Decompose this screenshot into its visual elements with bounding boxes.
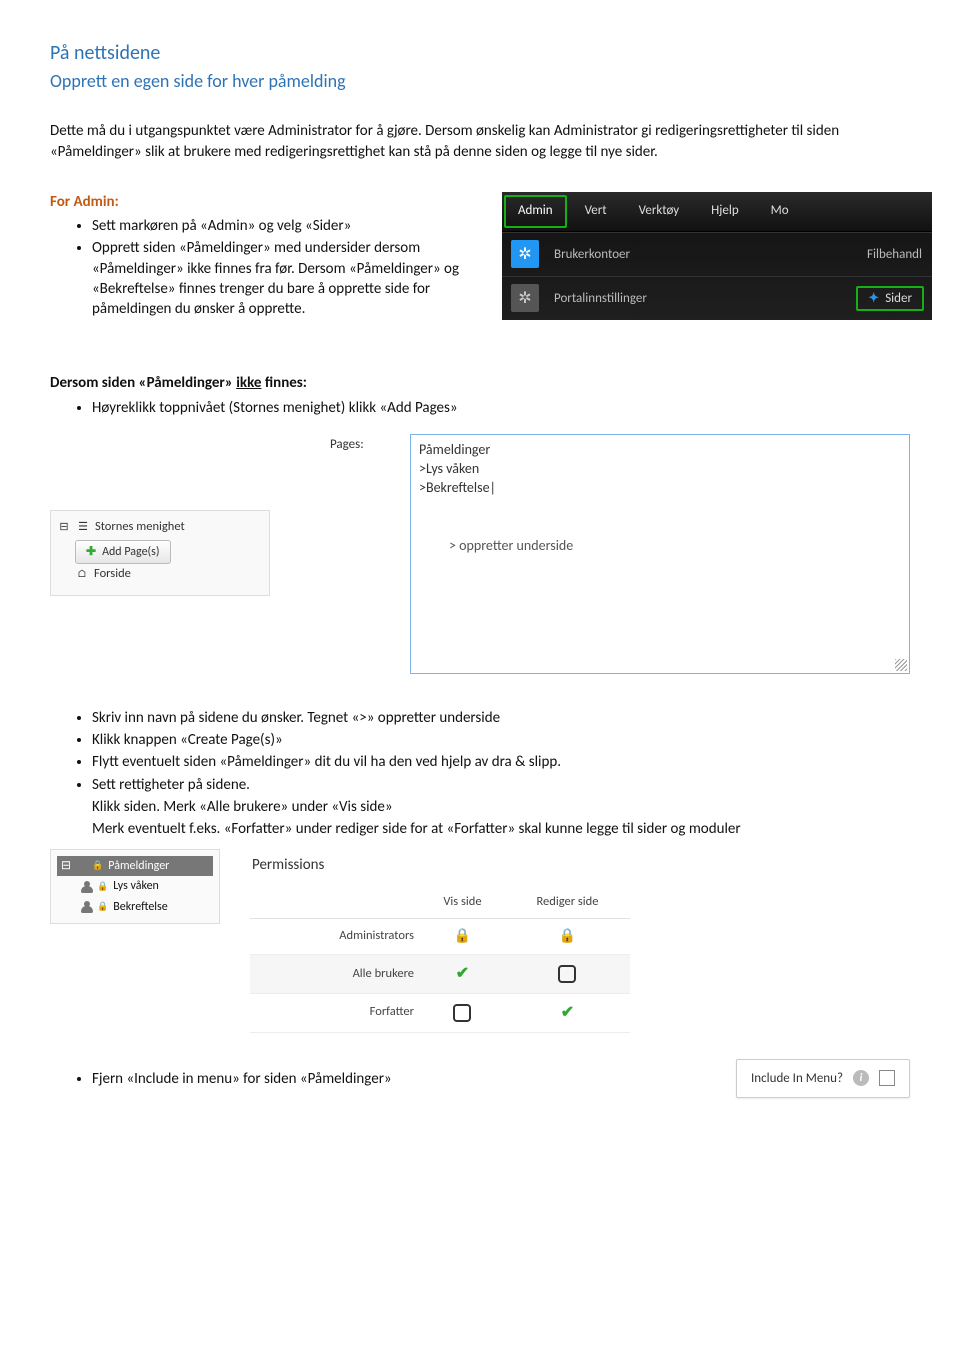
- permissions-panel: Permissions Vis side Rediger side Admini…: [250, 849, 630, 1032]
- tree-root[interactable]: Stornes menighet: [95, 519, 185, 536]
- nav-hjelp[interactable]: Hjelp: [695, 192, 755, 231]
- pages-textarea[interactable]: Påmeldinger >Lys våken >Bekreftelse| > o…: [410, 434, 910, 674]
- heading-2: Opprett en egen side for hver påmelding: [50, 69, 910, 93]
- include-label: Include In Menu?: [751, 1070, 843, 1088]
- pages-line: >Bekreftelse|: [419, 479, 901, 498]
- perm-tree-root[interactable]: ⊟ 🔒 Påmeldinger: [57, 856, 213, 876]
- gear-icon: ✲: [511, 240, 539, 268]
- add-pages-button[interactable]: ✚ Add Page(s): [75, 540, 171, 564]
- submenu-sider[interactable]: ✦ Sider: [856, 286, 924, 312]
- person-icon: [76, 860, 90, 872]
- permissions-tree-screenshot: ⊟ 🔒 Påmeldinger 🔒 Lys våken 🔒 Bekreftels…: [50, 849, 220, 924]
- sider-label: Sider: [885, 290, 912, 308]
- nav-admin[interactable]: Admin: [504, 195, 567, 228]
- nav-vert[interactable]: Vert: [569, 192, 623, 231]
- checkbox[interactable]: [558, 965, 576, 983]
- info-icon[interactable]: i: [853, 1070, 869, 1086]
- final-bullet: Fjern «Include in menu» for siden «Påmel…: [92, 1069, 676, 1089]
- pages-line: >Lys våken: [419, 460, 901, 479]
- tree-child[interactable]: Forside: [94, 566, 131, 583]
- perm-col-vis: Vis side: [420, 886, 505, 919]
- submenu-portalinnstillinger[interactable]: Portalinnstillinger: [548, 290, 856, 308]
- admin-bullet: Opprett siden «Påmeldinger» med undersid…: [92, 238, 490, 319]
- pages-icon: ☰: [76, 520, 90, 534]
- not-found-heading: Dersom siden «Påmeldinger» ikke finnes:: [50, 373, 910, 393]
- pages-line: Påmeldinger: [419, 441, 901, 460]
- perm-tree-child[interactable]: 🔒 Lys våken: [57, 876, 213, 896]
- lock-icon: 🔒: [559, 927, 576, 944]
- perm-col-rediger: Rediger side: [505, 886, 630, 919]
- perm-row-label: Administrators: [250, 919, 420, 955]
- submenu-brukerkontoer[interactable]: Brukerkontoer: [548, 246, 861, 264]
- person-icon: [81, 901, 95, 913]
- home-icon: ⌂: [75, 567, 89, 581]
- nav-more[interactable]: Mo: [755, 192, 805, 231]
- permissions-title: Permissions: [250, 849, 630, 885]
- after-bullet: Sett rettigheter på sidene.: [92, 775, 910, 795]
- nav-verktoy[interactable]: Verktøy: [623, 192, 696, 231]
- perm-row-label: Alle brukere: [250, 955, 420, 994]
- check-icon[interactable]: [456, 967, 469, 982]
- pages-label: Pages:: [330, 434, 390, 454]
- plus-icon: ✦: [868, 290, 879, 308]
- after-note: Klikk siden. Merk «Alle brukere» under «…: [92, 797, 910, 817]
- perm-row-label: Forfatter: [250, 993, 420, 1032]
- perm-tree-child[interactable]: 🔒 Bekreftelse: [57, 897, 213, 917]
- intro-paragraph: Dette må du i utgangspunktet være Admini…: [50, 121, 910, 162]
- after-bullet: Klikk knappen «Create Page(s)»: [92, 730, 910, 750]
- include-checkbox[interactable]: [879, 1070, 895, 1086]
- after-note: Merk eventuelt f.eks. «Forfatter» under …: [92, 819, 910, 839]
- gear-icon: ✲: [511, 284, 539, 312]
- heading-1: På nettsidene: [50, 40, 910, 67]
- after-bullet: Skriv inn navn på sidene du ønsker. Tegn…: [92, 708, 910, 728]
- admin-bullet: Sett markøren på «Admin» og velg «Sider»: [92, 216, 490, 236]
- not-found-bullet: Høyreklikk toppnivået (Stornes menighet)…: [92, 398, 910, 418]
- lock-icon: 🔒: [454, 927, 471, 944]
- page-tree-screenshot: ⊟ ☰ Stornes menighet ✚ Add Page(s) ⌂ For…: [50, 510, 270, 596]
- plus-icon: ✚: [86, 544, 96, 560]
- collapse-icon[interactable]: ⊟: [57, 520, 71, 534]
- pages-note: > oppretter underside: [449, 537, 901, 556]
- after-bullet: Flytt eventuelt siden «Påmeldinger» dit …: [92, 752, 910, 772]
- checkbox[interactable]: [453, 1004, 471, 1022]
- person-icon: [81, 881, 95, 893]
- submenu-filbehandling[interactable]: Filbehandl: [861, 246, 932, 264]
- check-icon[interactable]: [561, 1006, 574, 1021]
- resize-handle[interactable]: [895, 659, 907, 671]
- for-admin-label: For Admin:: [50, 192, 490, 212]
- include-in-menu-box: Include In Menu? i: [736, 1059, 910, 1099]
- admin-menu-screenshot: Admin Vert Verktøy Hjelp Mo ✲ Brukerkont…: [502, 192, 932, 320]
